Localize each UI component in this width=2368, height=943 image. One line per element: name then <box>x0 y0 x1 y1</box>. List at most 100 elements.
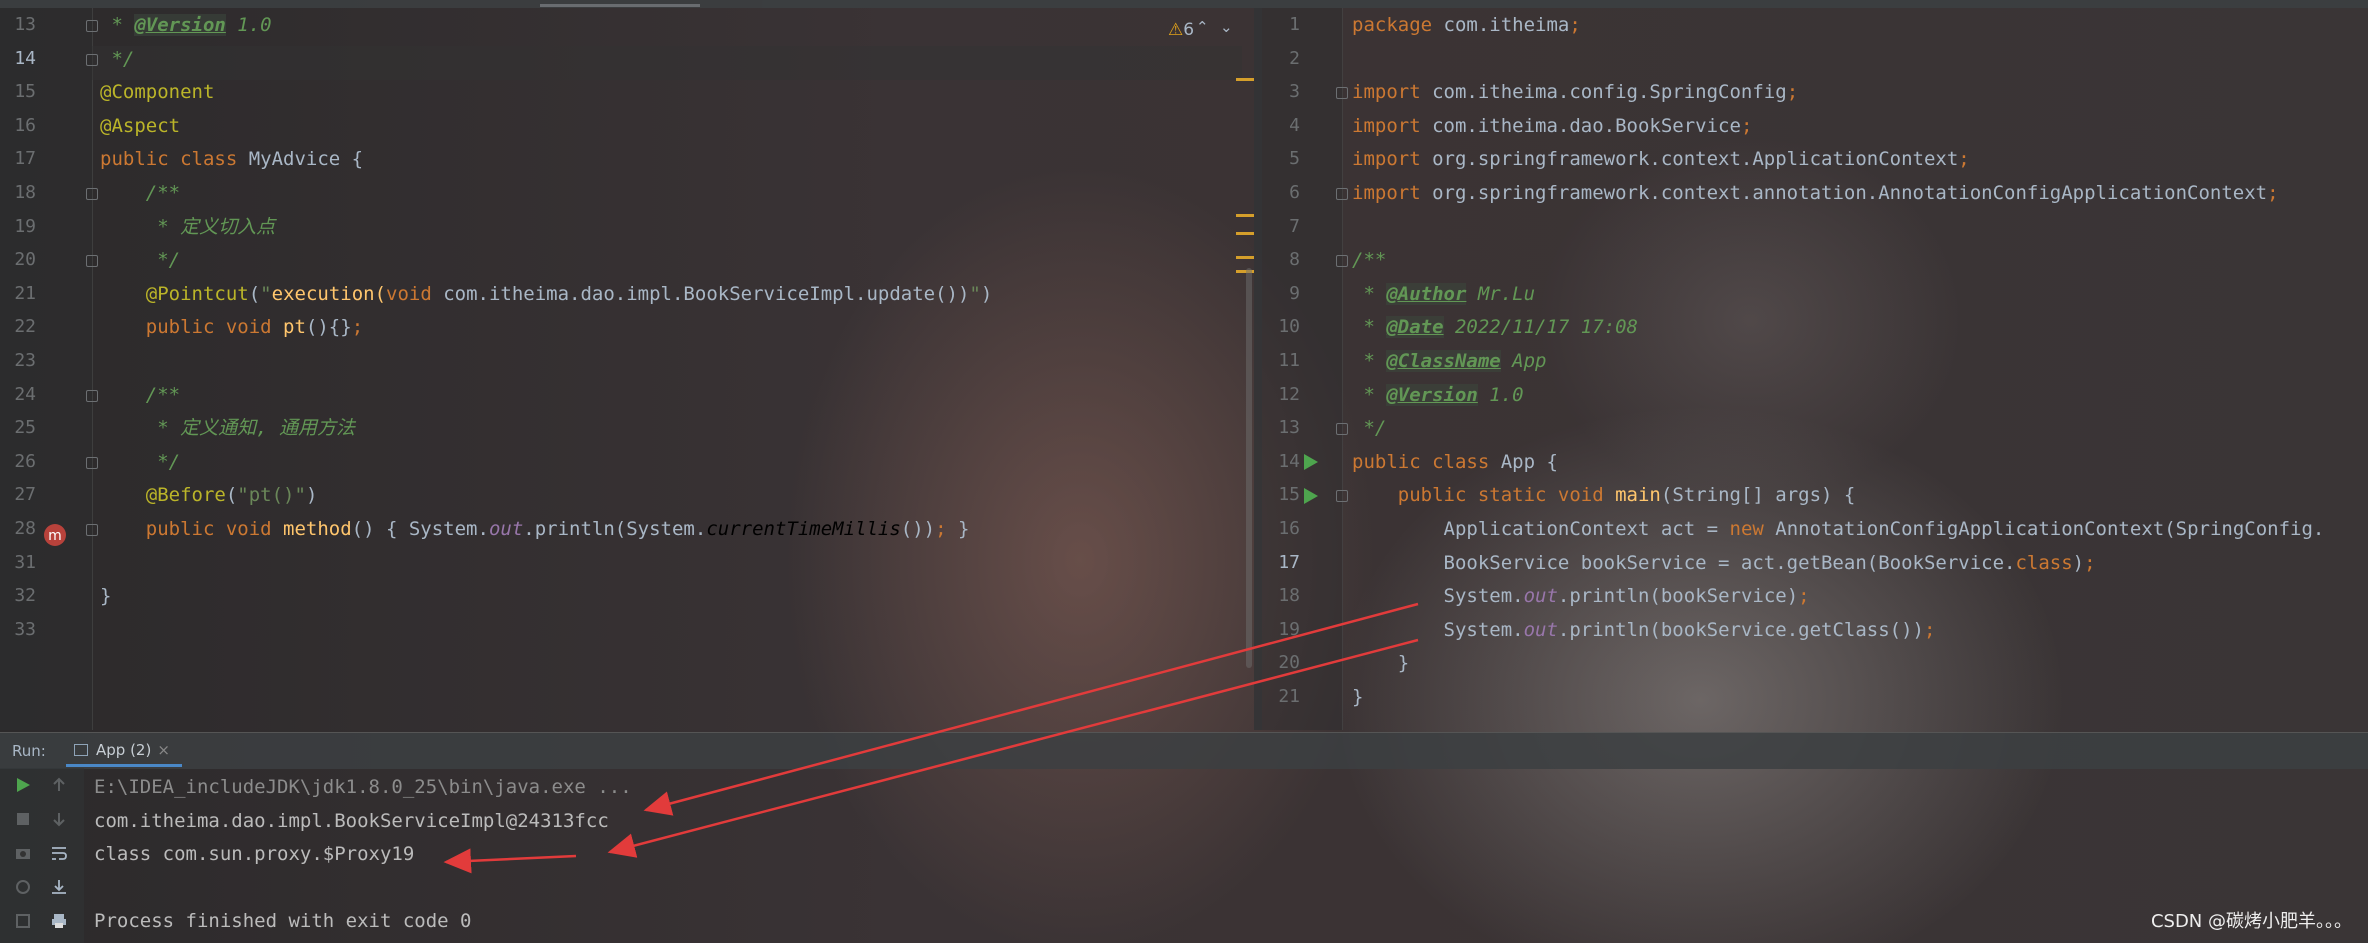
line-number: 20 <box>14 249 36 271</box>
print-icon[interactable] <box>50 912 68 930</box>
code-token: ) <box>980 282 993 305</box>
run-gutter-icon[interactable] <box>1304 488 1318 504</box>
code-token: /** <box>100 383 181 406</box>
code-line[interactable]: * @Author Mr.Lu <box>1352 277 1535 311</box>
soft-wrap-icon[interactable] <box>50 844 68 862</box>
run-tab-app[interactable]: App (2) × <box>66 733 178 767</box>
fold-marker[interactable] <box>1336 188 1348 200</box>
code-line[interactable]: System.out.println(bookService); <box>1352 579 1810 613</box>
code-line[interactable]: import com.itheima.config.SpringConfig; <box>1352 75 1798 109</box>
fold-marker[interactable] <box>86 53 98 66</box>
code-token: public void <box>100 518 284 540</box>
settings-icon[interactable] <box>14 878 32 896</box>
code-line[interactable]: * @Date 2022/11/17 17:08 <box>1352 310 1638 344</box>
line-number: 33 <box>14 618 36 640</box>
code-line[interactable]: * 定义切入点 <box>100 210 275 244</box>
right-editor-pane[interactable]: 1 package com.itheima; 2 3 import com.itheim… <box>1262 8 2368 730</box>
code-line[interactable]: import com.itheima.dao.BookService; <box>1352 109 1752 143</box>
line-number: 24 <box>14 383 36 405</box>
scroll-down-icon[interactable] <box>50 810 68 828</box>
code-line[interactable]: public void method() { System.out.printl… <box>100 512 970 546</box>
code-line[interactable]: import org.springframework.context.annot… <box>1352 176 2279 210</box>
code-token: * 定义通知, 通用方法 <box>100 417 355 440</box>
code-line[interactable]: * @ClassName App <box>1352 344 1546 378</box>
fold-marker[interactable] <box>86 255 98 268</box>
pane-divider[interactable] <box>1254 8 1262 730</box>
line-number: 13 <box>1278 417 1300 439</box>
code-line[interactable]: } <box>1352 646 1409 680</box>
code-token: public static void <box>1352 484 1616 507</box>
code-line[interactable]: * 定义通知, 通用方法 <box>100 411 355 445</box>
fold-marker[interactable] <box>86 389 98 402</box>
error-stripe-mark[interactable] <box>1236 256 1254 259</box>
code-line[interactable]: public class MyAdvice { <box>100 142 363 176</box>
code-token: System. <box>1352 585 1524 608</box>
code-line[interactable]: /** <box>1352 243 1386 277</box>
close-tab-icon[interactable]: × <box>157 741 170 759</box>
code-token: void <box>386 282 444 305</box>
code-line[interactable]: @Component <box>100 75 214 109</box>
layout-icon[interactable] <box>14 912 32 930</box>
fold-marker[interactable] <box>86 20 98 32</box>
console-tab-icon <box>74 744 88 756</box>
fold-marker[interactable] <box>1336 87 1348 100</box>
run-play-icon[interactable] <box>14 776 32 794</box>
code-line[interactable]: System.out.println(bookService.getClass(… <box>1352 613 1936 647</box>
code-line[interactable]: } <box>1352 680 1363 714</box>
fold-marker[interactable] <box>86 456 98 469</box>
override-gutter-icon[interactable]: m <box>42 522 68 548</box>
fold-marker[interactable] <box>86 188 98 200</box>
code-line[interactable]: } <box>100 579 111 613</box>
code-line[interactable]: * @Version 1.0 <box>1352 378 1524 412</box>
code-token: currentTimeMillis <box>706 518 901 540</box>
line-number: 10 <box>1278 316 1300 338</box>
left-editor-pane[interactable]: 13 * @Version 1.0 14 */ 15 @Component 16 @Asp… <box>0 8 1254 730</box>
code-token: 1.0 <box>1477 383 1524 406</box>
code-line[interactable]: */ <box>100 445 180 479</box>
inspection-widget[interactable]: ⚠6 <box>1168 20 1194 40</box>
line-number: 11 <box>1278 350 1300 371</box>
line-number: 27 <box>14 484 36 506</box>
code-token: public class <box>100 148 249 171</box>
code-line[interactable]: * @Version 1.0 <box>100 8 272 42</box>
code-line[interactable]: public class App { <box>1352 445 1558 479</box>
fold-marker[interactable] <box>1336 490 1348 503</box>
code-line[interactable]: BookService bookService = act.getBean(Bo… <box>1352 546 2096 580</box>
code-line[interactable]: public static void main(String[] args) { <box>1352 478 1856 512</box>
code-line[interactable]: */ <box>100 243 180 277</box>
code-line[interactable]: /** <box>100 176 180 210</box>
line-number: 20 <box>1278 652 1300 674</box>
stop-icon[interactable] <box>14 810 32 828</box>
fold-marker[interactable] <box>1336 423 1348 436</box>
camera-icon[interactable] <box>14 844 32 862</box>
code-line[interactable]: */ <box>1352 411 1386 445</box>
run-tab-selected-underline <box>66 764 182 767</box>
run-gutter-icon[interactable] <box>1304 454 1318 470</box>
code-line[interactable]: /** <box>100 378 180 412</box>
next-highlight-button[interactable]: ⌄ <box>1220 18 1233 36</box>
scroll-to-end-icon[interactable] <box>50 878 68 896</box>
code-line[interactable]: package com.itheima; <box>1352 8 1581 42</box>
code-line[interactable]: @Aspect <box>100 109 180 143</box>
code-token: @Pointcut <box>100 282 249 305</box>
error-stripe-mark[interactable] <box>1236 78 1254 81</box>
code-line[interactable]: ApplicationContext act = new AnnotationC… <box>1352 512 2325 546</box>
scroll-up-icon[interactable] <box>50 776 68 794</box>
watermark: CSDN @碳烤小肥羊。。。 <box>2150 911 2352 932</box>
console-line: com.itheima.dao.impl.BookServiceImpl@243… <box>94 809 609 832</box>
code-token: @Component <box>100 81 215 104</box>
code-line[interactable]: @Before("pt()") <box>100 478 318 512</box>
code-line[interactable]: @Pointcut("execution(void com.itheima.da… <box>100 277 993 311</box>
error-stripe-mark[interactable] <box>1236 232 1254 235</box>
fold-marker[interactable] <box>1336 255 1348 268</box>
error-stripe-mark[interactable] <box>1236 214 1254 217</box>
fold-marker[interactable] <box>86 524 98 536</box>
code-token: package <box>1352 14 1444 36</box>
code-token: execution( <box>271 282 387 305</box>
previous-highlight-button[interactable]: ⌃ <box>1196 18 1209 36</box>
code-line[interactable]: import org.springframework.context.Appli… <box>1352 142 1970 176</box>
run-toolwindow-header: Run: App (2) × <box>0 732 2368 769</box>
left-scrollbar[interactable] <box>1246 268 1252 668</box>
code-line[interactable]: */ <box>100 42 134 76</box>
code-line[interactable]: public void pt(){}; <box>100 310 363 344</box>
